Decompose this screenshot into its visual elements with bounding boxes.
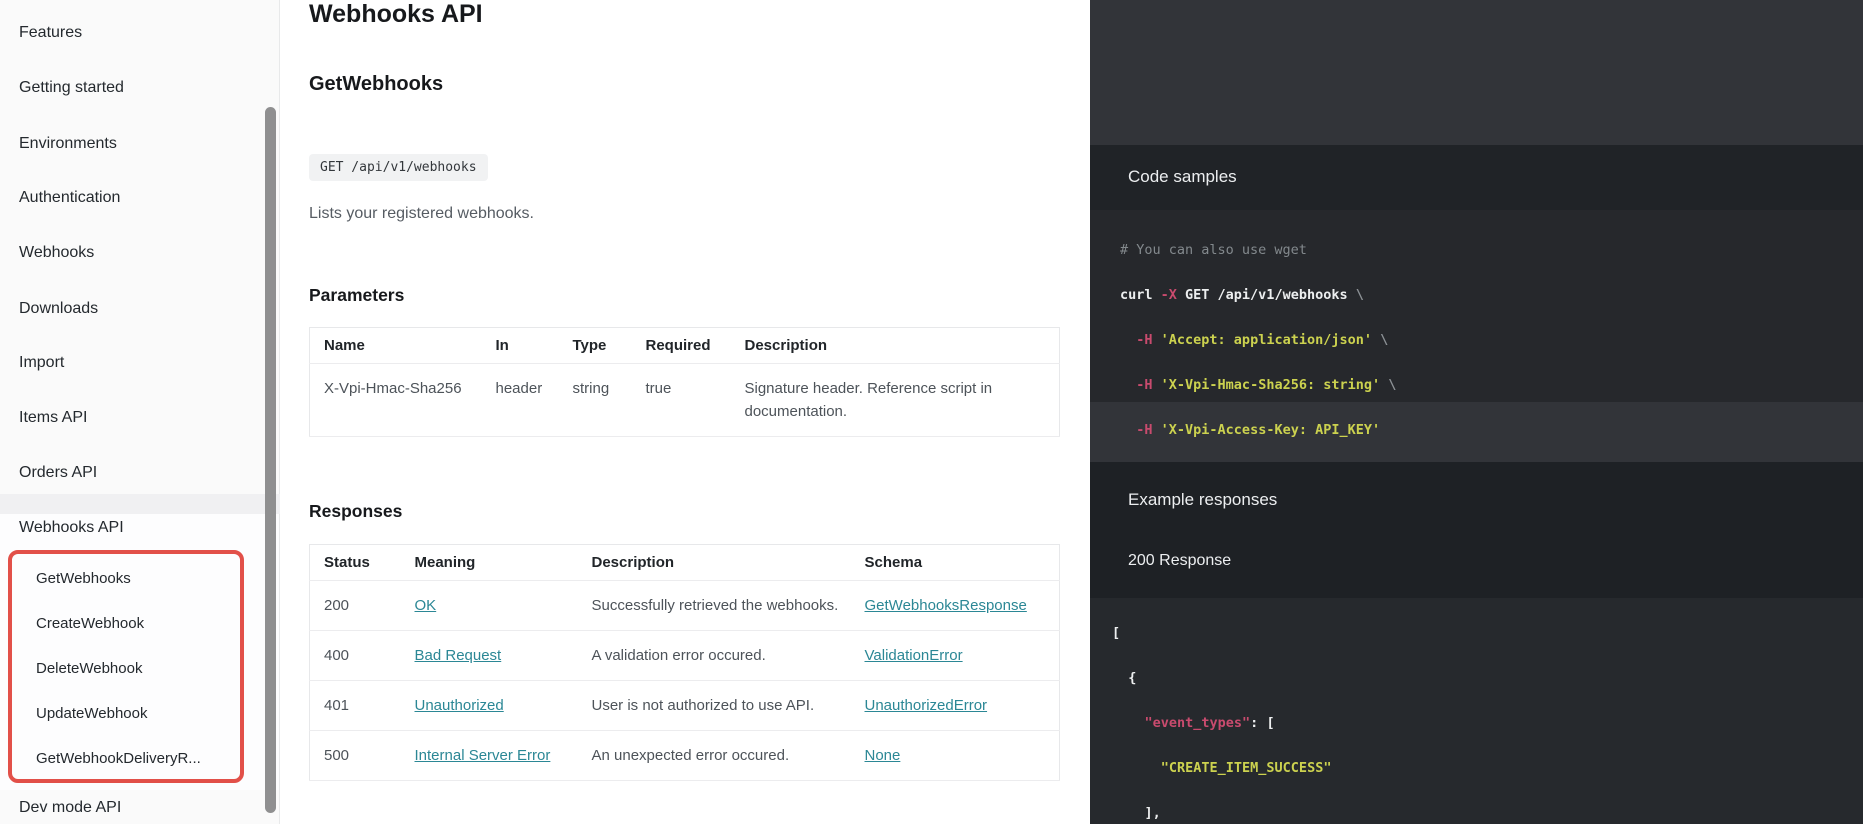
- sidebar-item-features[interactable]: Features: [19, 23, 82, 43]
- param-type: string: [572, 380, 610, 397]
- response-status: 500: [324, 747, 350, 764]
- meaning-link[interactable]: OK: [415, 597, 437, 614]
- param-name: X-Vpi-Hmac-Sha256: [324, 380, 462, 397]
- response-description: User is not authorized to use API.: [591, 697, 815, 714]
- sidebar-item-dev-mode-api[interactable]: Dev mode API: [19, 798, 121, 818]
- response-description: Successfully retrieved the webhooks.: [591, 597, 839, 614]
- responses-heading: Responses: [309, 501, 403, 521]
- col-schema: Schema: [864, 554, 923, 571]
- responses-table: Status Meaning Description Schema 200 OK…: [309, 544, 1060, 781]
- sidebar-item-webhooks[interactable]: Webhooks: [19, 243, 94, 263]
- col-description: Description: [744, 337, 828, 354]
- code-panel: Code samples # You can also use wget cur…: [1090, 0, 1863, 824]
- example-responses-section: Example responses 200 Response [ { "even…: [1090, 462, 1863, 824]
- sidebar-item-webhooks-api[interactable]: Webhooks API: [19, 518, 124, 538]
- table-row: 401 Unauthorized User is not authorized …: [309, 681, 1060, 731]
- param-description: Signature header. Reference script in do…: [744, 380, 993, 420]
- json-response-block: [ { "event_types": [ "CREATE_ITEM_SUCCES…: [1090, 598, 1863, 824]
- code-samples-band: Code samples: [1090, 145, 1863, 210]
- sidebar-item-items-api[interactable]: Items API: [19, 408, 87, 428]
- sidebar-nav: Features Getting started Environments Au…: [0, 0, 280, 824]
- meaning-link[interactable]: Unauthorized: [415, 697, 504, 714]
- endpoint-badge: GET /api/v1/webhooks: [309, 154, 488, 181]
- col-meaning: Meaning: [414, 554, 476, 571]
- col-in: In: [495, 337, 509, 354]
- sidebar-item-getting-started[interactable]: Getting started: [19, 78, 124, 98]
- sidebar-section-divider-band: [0, 494, 280, 514]
- page-title: Webhooks API: [309, 0, 483, 28]
- docs-page: Features Getting started Environments Au…: [0, 0, 1863, 824]
- col-name: Name: [324, 337, 365, 354]
- response-200-heading: 200 Response: [1128, 552, 1232, 569]
- col-required: Required: [645, 337, 711, 354]
- meaning-link[interactable]: Internal Server Error: [415, 747, 551, 764]
- param-in: header: [495, 380, 543, 397]
- col-status: Status: [324, 554, 370, 571]
- parameters-header-row: Name In Type Required Description: [309, 328, 1060, 364]
- parameters-heading: Parameters: [309, 285, 405, 305]
- schema-link[interactable]: UnauthorizedError: [865, 697, 988, 714]
- table-row: X-Vpi-Hmac-Sha256 header string true Sig…: [309, 364, 1060, 437]
- code-samples-heading: Code samples: [1128, 167, 1237, 186]
- schema-link[interactable]: ValidationError: [865, 647, 963, 664]
- meaning-link[interactable]: Bad Request: [415, 647, 502, 664]
- sidebar-item-environments[interactable]: Environments: [19, 134, 117, 154]
- table-row: 500 Internal Server Error An unexpected …: [309, 731, 1060, 781]
- sidebar-item-import[interactable]: Import: [19, 353, 64, 373]
- col-type: Type: [572, 337, 607, 354]
- operation-description: Lists your registered webhooks.: [309, 205, 534, 222]
- operation-title: GetWebhooks: [309, 73, 444, 95]
- sidebar-scrollbar[interactable]: [265, 107, 276, 813]
- col-description: Description: [591, 554, 675, 571]
- response-status: 200: [324, 597, 350, 614]
- code-comment: # You can also use wget: [1120, 242, 1307, 258]
- response-status: 401: [324, 697, 350, 714]
- sidebar-item-authentication[interactable]: Authentication: [19, 188, 120, 208]
- main-content: Webhooks API GetWebhooks GET /api/v1/web…: [281, 0, 1090, 824]
- response-status: 400: [324, 647, 350, 664]
- parameters-table: Name In Type Required Description X-Vpi-…: [309, 327, 1060, 437]
- example-responses-heading: Example responses: [1128, 490, 1278, 509]
- sidebar-item-downloads[interactable]: Downloads: [19, 299, 98, 319]
- annotation-red-box: [8, 550, 244, 783]
- param-required: true: [645, 380, 672, 397]
- table-row: 400 Bad Request A validation error occur…: [309, 631, 1060, 681]
- sidebar-item-orders-api[interactable]: Orders API: [19, 463, 97, 483]
- responses-header-row: Status Meaning Description Schema: [309, 545, 1060, 581]
- response-description: A validation error occured.: [591, 647, 766, 664]
- curl-code-block: # You can also use wget curl -X GET /api…: [1090, 210, 1863, 438]
- schema-link[interactable]: GetWebhooksResponse: [865, 597, 1027, 614]
- table-row: 200 OK Successfully retrieved the webhoo…: [309, 581, 1060, 631]
- response-description: An unexpected error occured.: [591, 747, 790, 764]
- schema-link[interactable]: None: [865, 747, 901, 764]
